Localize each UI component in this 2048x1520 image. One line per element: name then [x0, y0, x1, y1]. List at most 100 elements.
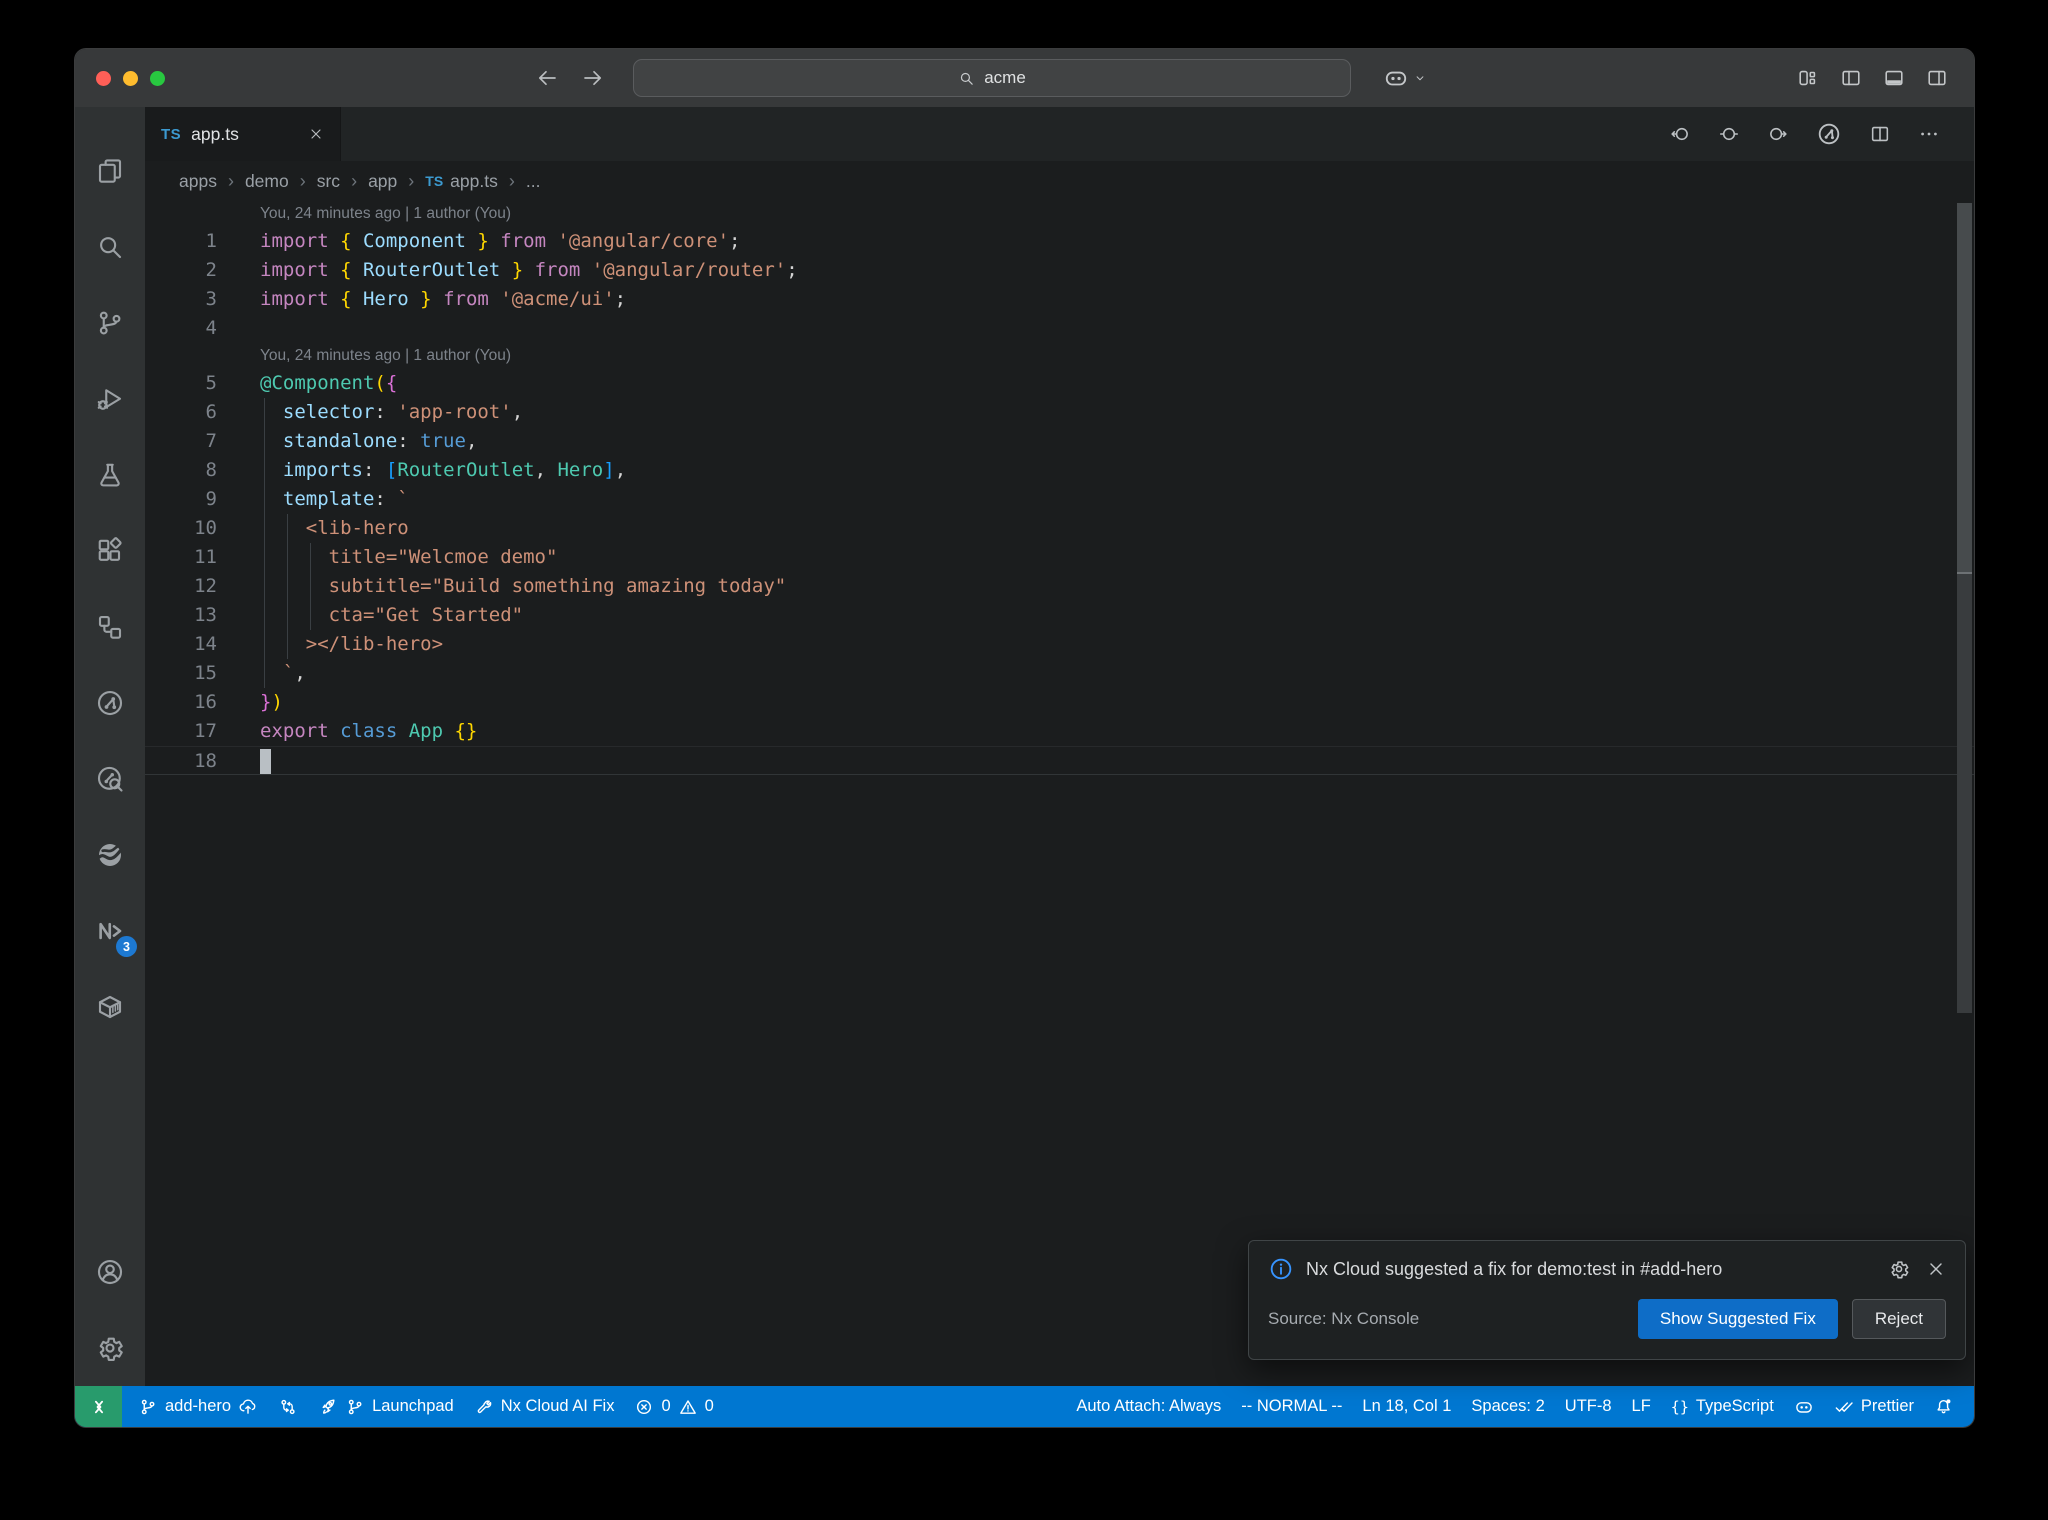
code-token: ,	[534, 459, 558, 481]
activity-bar-item-nx-graph-focus[interactable]	[75, 741, 145, 817]
status-item-cursor-position[interactable]: Ln 18, Col 1	[1352, 1386, 1461, 1427]
breadcrumb-item[interactable]: src	[317, 171, 340, 192]
breadcrumb-item[interactable]: TS app.ts	[425, 171, 498, 192]
vscode-window: acme 3 TS app.ts apps › demo › src › app › TS app…	[74, 48, 1975, 1428]
copilot-icon[interactable]	[1383, 65, 1409, 91]
status-item-launchpad[interactable]: Launchpad	[308, 1386, 464, 1427]
activity-bar-item-console-swirl[interactable]	[75, 817, 145, 893]
zoom-window-button[interactable]	[150, 70, 165, 86]
status-item-label: UTF-8	[1564, 1397, 1612, 1415]
code-token: template	[282, 488, 375, 510]
status-item-branch[interactable]: add-hero	[128, 1386, 268, 1427]
breadcrumb-separator: ›	[299, 170, 306, 191]
activity-bar-item-package[interactable]	[75, 969, 145, 1045]
code-token: :	[397, 430, 421, 452]
notification-settings-icon[interactable]	[1888, 1258, 1910, 1280]
activity-bar-item-testing[interactable]	[75, 437, 145, 513]
customize-layout-icon[interactable]	[1797, 67, 1819, 89]
activity-badge: 3	[116, 936, 137, 957]
indent-guide	[286, 572, 288, 601]
status-item-notifications-bell[interactable]	[1924, 1386, 1964, 1427]
activity-bar-item-extensions[interactable]	[75, 513, 145, 589]
git-compare-icon	[278, 1397, 298, 1417]
close-tab-icon[interactable]	[308, 126, 324, 142]
activity-bar-item-settings[interactable]	[75, 1310, 145, 1386]
status-item-problems[interactable]: 00	[624, 1386, 723, 1427]
line-number: 12	[194, 575, 217, 597]
line-content	[260, 314, 1974, 343]
account-icon	[95, 1257, 125, 1287]
status-item-encoding[interactable]: UTF-8	[1555, 1386, 1622, 1427]
line-number: 10	[194, 517, 217, 539]
line-number: 17	[194, 720, 217, 742]
status-item-auto-attach[interactable]: Auto Attach: Always	[1066, 1386, 1231, 1427]
code-token: '@angular/router'	[591, 259, 787, 281]
notification-close-icon[interactable]	[1926, 1258, 1946, 1280]
activity-bar-item-run-and-debug[interactable]	[75, 361, 145, 437]
code-editor[interactable]: You, 24 minutes ago | 1 author (You) 1 imp…	[145, 201, 1974, 1386]
error-icon	[634, 1397, 654, 1417]
code-line-8: 8 imports: [RouterOutlet, Hero],	[145, 456, 1974, 485]
status-item-formatter[interactable]: Prettier	[1824, 1386, 1924, 1427]
activity-bar-item-explorer[interactable]	[75, 133, 145, 209]
line-number: 16	[194, 691, 217, 713]
chevron-down-icon[interactable]	[1413, 71, 1427, 85]
extensions-icon	[95, 536, 125, 566]
line-content: template: `	[260, 485, 1974, 514]
layout-panel-icon[interactable]	[1883, 67, 1905, 89]
activity-bar-item-accounts[interactable]	[75, 1234, 145, 1310]
graph-circle-icon[interactable]	[1816, 121, 1842, 147]
show-suggested-fix-button[interactable]: Show Suggested Fix	[1637, 1299, 1838, 1339]
activity-bar-item-nx-console[interactable]: 3	[75, 893, 145, 969]
status-item-nx-cloud-ai-fix[interactable]: Nx Cloud AI Fix	[464, 1386, 625, 1427]
code-token: class	[340, 720, 409, 742]
breadcrumb-item[interactable]: app	[368, 171, 397, 192]
remote-indicator[interactable]	[75, 1386, 122, 1427]
status-item-label: Ln 18, Col 1	[1362, 1397, 1452, 1415]
tab-app-ts[interactable]: TS app.ts	[145, 107, 341, 161]
status-item-copilot-status[interactable]	[1784, 1386, 1824, 1427]
activity-bar-item-source-control[interactable]	[75, 285, 145, 361]
layout-sidebar-left-icon[interactable]	[1840, 67, 1862, 89]
reject-button[interactable]: Reject	[1851, 1299, 1946, 1339]
code-token: ,	[511, 401, 524, 423]
status-item-vim-mode[interactable]: -- NORMAL --	[1231, 1386, 1352, 1427]
line-content: import { RouterOutlet } from '@angular/r…	[260, 256, 1974, 285]
line-number: 11	[194, 546, 217, 568]
arrow-left-icon[interactable]	[535, 66, 559, 90]
code-token: imports	[282, 459, 363, 481]
gear-icon	[1888, 1258, 1910, 1280]
activity-bar-item-nx-graph[interactable]	[75, 665, 145, 741]
more-actions-icon[interactable]	[1918, 123, 1940, 145]
status-item-language-mode[interactable]: {} TypeScript	[1661, 1386, 1784, 1427]
status-item-label: Prettier	[1860, 1397, 1914, 1415]
breadcrumb-item[interactable]: ...	[526, 171, 541, 192]
code-token: 'app-root'	[397, 401, 512, 423]
breadcrumb-item[interactable]: apps	[179, 171, 217, 192]
layout-sidebar-right-icon[interactable]	[1926, 67, 1948, 89]
arrow-right-icon[interactable]	[581, 66, 605, 90]
status-item-indentation[interactable]: Spaces: 2	[1461, 1386, 1554, 1427]
line-number: 7	[205, 430, 217, 452]
status-item-label: 0	[661, 1397, 671, 1415]
status-item-eol[interactable]: LF	[1622, 1386, 1661, 1427]
activity-bar-item-search[interactable]	[75, 209, 145, 285]
code-token: true	[420, 430, 466, 452]
nav-back-circle-icon[interactable]	[1669, 123, 1691, 145]
status-item-label: {}	[1670, 1397, 1689, 1416]
activity-bar-item-project-structure[interactable]	[75, 589, 145, 665]
close-window-button[interactable]	[96, 70, 111, 86]
line-number: 9	[205, 488, 217, 510]
indent-guide	[264, 630, 265, 659]
indent-guide	[264, 659, 265, 688]
minimize-window-button[interactable]	[123, 70, 138, 86]
nav-circle-icon[interactable]	[1718, 123, 1740, 145]
split-editor-icon[interactable]	[1869, 123, 1891, 145]
command-center-search[interactable]: acme	[633, 59, 1351, 97]
status-item-compare[interactable]	[268, 1386, 308, 1427]
code-token: }	[500, 259, 524, 281]
nav-forward-circle-icon[interactable]	[1767, 123, 1789, 145]
rocket-icon	[318, 1397, 338, 1417]
breadcrumb-item[interactable]: demo	[245, 171, 289, 192]
swirl-icon	[95, 840, 125, 870]
